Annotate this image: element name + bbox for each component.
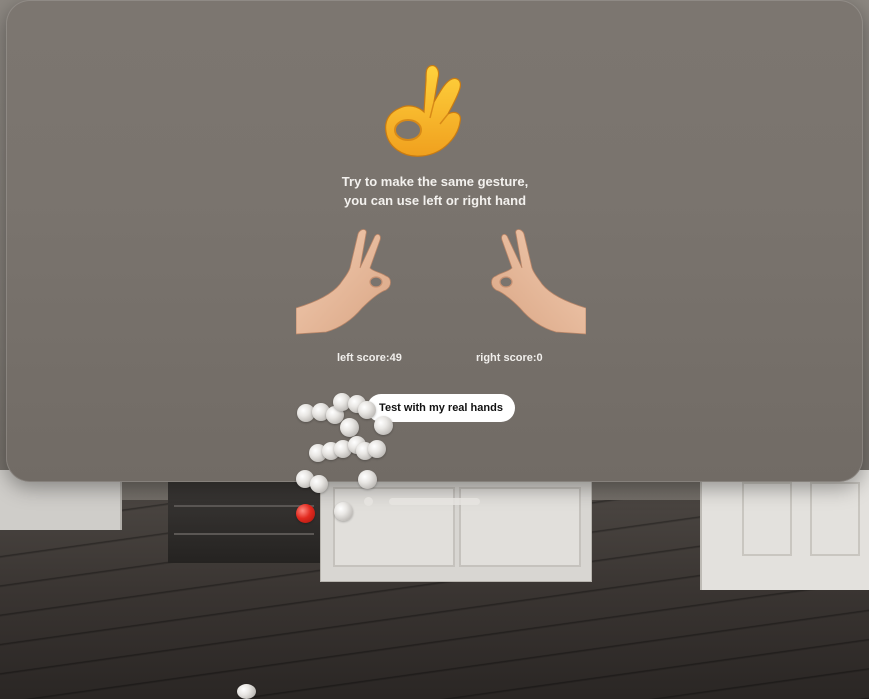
left-hand-gesture-image <box>296 229 391 335</box>
room-door <box>700 470 869 590</box>
drawer-line <box>174 533 314 535</box>
window-grab-bar[interactable] <box>389 498 480 505</box>
white-cabinet <box>320 478 592 582</box>
instruction-line-2: you can use left or right hand <box>343 193 527 208</box>
joint-sphere <box>237 684 256 699</box>
door-panel <box>810 482 860 556</box>
door-panel <box>742 482 792 556</box>
joint-sphere <box>358 470 377 489</box>
joint-sphere <box>358 401 376 419</box>
dark-cabinet <box>168 478 320 563</box>
right-score: right score:0 <box>476 352 543 364</box>
joint-sphere <box>310 475 328 493</box>
active-joint-sphere <box>296 504 315 523</box>
instruction-line-1: Try to make the same gesture, <box>341 174 529 189</box>
instruction-text: Try to make the same gesture, you can us… <box>266 172 604 210</box>
right-hand-gesture-image <box>491 229 586 335</box>
ok-hand-icon <box>385 65 461 157</box>
joint-sphere <box>334 502 353 521</box>
joint-sphere <box>374 416 393 435</box>
drawer-line <box>174 505 314 507</box>
joint-sphere <box>340 418 359 437</box>
left-score: left score:49 <box>337 352 402 364</box>
joint-sphere <box>368 440 386 458</box>
gesture-window: Try to make the same gesture, you can us… <box>6 0 863 482</box>
close-dot[interactable] <box>364 497 373 506</box>
